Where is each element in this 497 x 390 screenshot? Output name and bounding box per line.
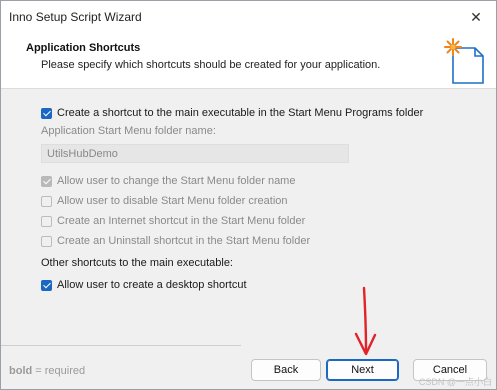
- checkbox-unchecked-disabled[interactable]: [41, 215, 52, 227]
- allow-change-folder-checkbox[interactable]: Allow user to change the Start Menu fold…: [41, 173, 295, 189]
- footer-divider: [1, 345, 241, 346]
- uninstall-shortcut-checkbox[interactable]: Create an Uninstall shortcut in the Star…: [41, 233, 310, 249]
- page-subtitle: Please specify which shortcuts should be…: [41, 59, 381, 71]
- checkbox-checked[interactable]: [41, 279, 52, 291]
- desktop-shortcut-checkbox[interactable]: Allow user to create a desktop shortcut: [41, 277, 247, 293]
- close-button[interactable]: ✕: [464, 5, 488, 29]
- next-button[interactable]: Next: [326, 359, 399, 381]
- internet-shortcut-checkbox[interactable]: Create an Internet shortcut in the Start…: [41, 213, 305, 229]
- start-menu-shortcut-checkbox[interactable]: Create a shortcut to the main executable…: [41, 105, 423, 121]
- page-header: Application Shortcuts Please specify whi…: [1, 33, 496, 89]
- desktop-shortcut-label: Allow user to create a desktop shortcut: [57, 279, 247, 291]
- wizard-window: Inno Setup Script Wizard ✕ Application S…: [0, 0, 497, 390]
- required-bold-word: bold: [9, 365, 33, 377]
- page-title: Application Shortcuts: [26, 42, 141, 54]
- allow-disable-folder-label: Allow user to disable Start Menu folder …: [57, 195, 288, 207]
- uninstall-shortcut-label: Create an Uninstall shortcut in the Star…: [57, 235, 311, 247]
- csdn-watermark: CSDN @一点小白: [418, 377, 492, 387]
- other-shortcuts-heading: Other shortcuts to the main executable:: [41, 257, 233, 269]
- folder-name-input[interactable]: [41, 144, 349, 163]
- checkbox-checked[interactable]: [41, 107, 52, 119]
- allow-change-folder-label: Allow user to change the Start Menu fold…: [57, 175, 296, 187]
- allow-disable-folder-checkbox[interactable]: Allow user to disable Start Menu folder …: [41, 193, 288, 209]
- checkbox-unchecked-disabled[interactable]: [41, 235, 52, 247]
- start-menu-shortcut-label: Create a shortcut to the main executable…: [57, 107, 424, 119]
- window-title: Inno Setup Script Wizard: [9, 10, 142, 24]
- red-arrow-annotation: [354, 286, 377, 356]
- back-button[interactable]: Back: [251, 359, 321, 381]
- checkbox-checked-disabled[interactable]: [41, 175, 52, 187]
- title-bar: Inno Setup Script Wizard ✕: [1, 1, 496, 33]
- wizard-page-star-icon: [444, 38, 484, 84]
- checkbox-unchecked-disabled[interactable]: [41, 195, 52, 207]
- folder-name-label: Application Start Menu folder name:: [41, 125, 216, 137]
- internet-shortcut-label: Create an Internet shortcut in the Start…: [57, 215, 306, 227]
- required-legend: bold = required: [9, 365, 85, 377]
- required-rest-text: = required: [32, 365, 86, 377]
